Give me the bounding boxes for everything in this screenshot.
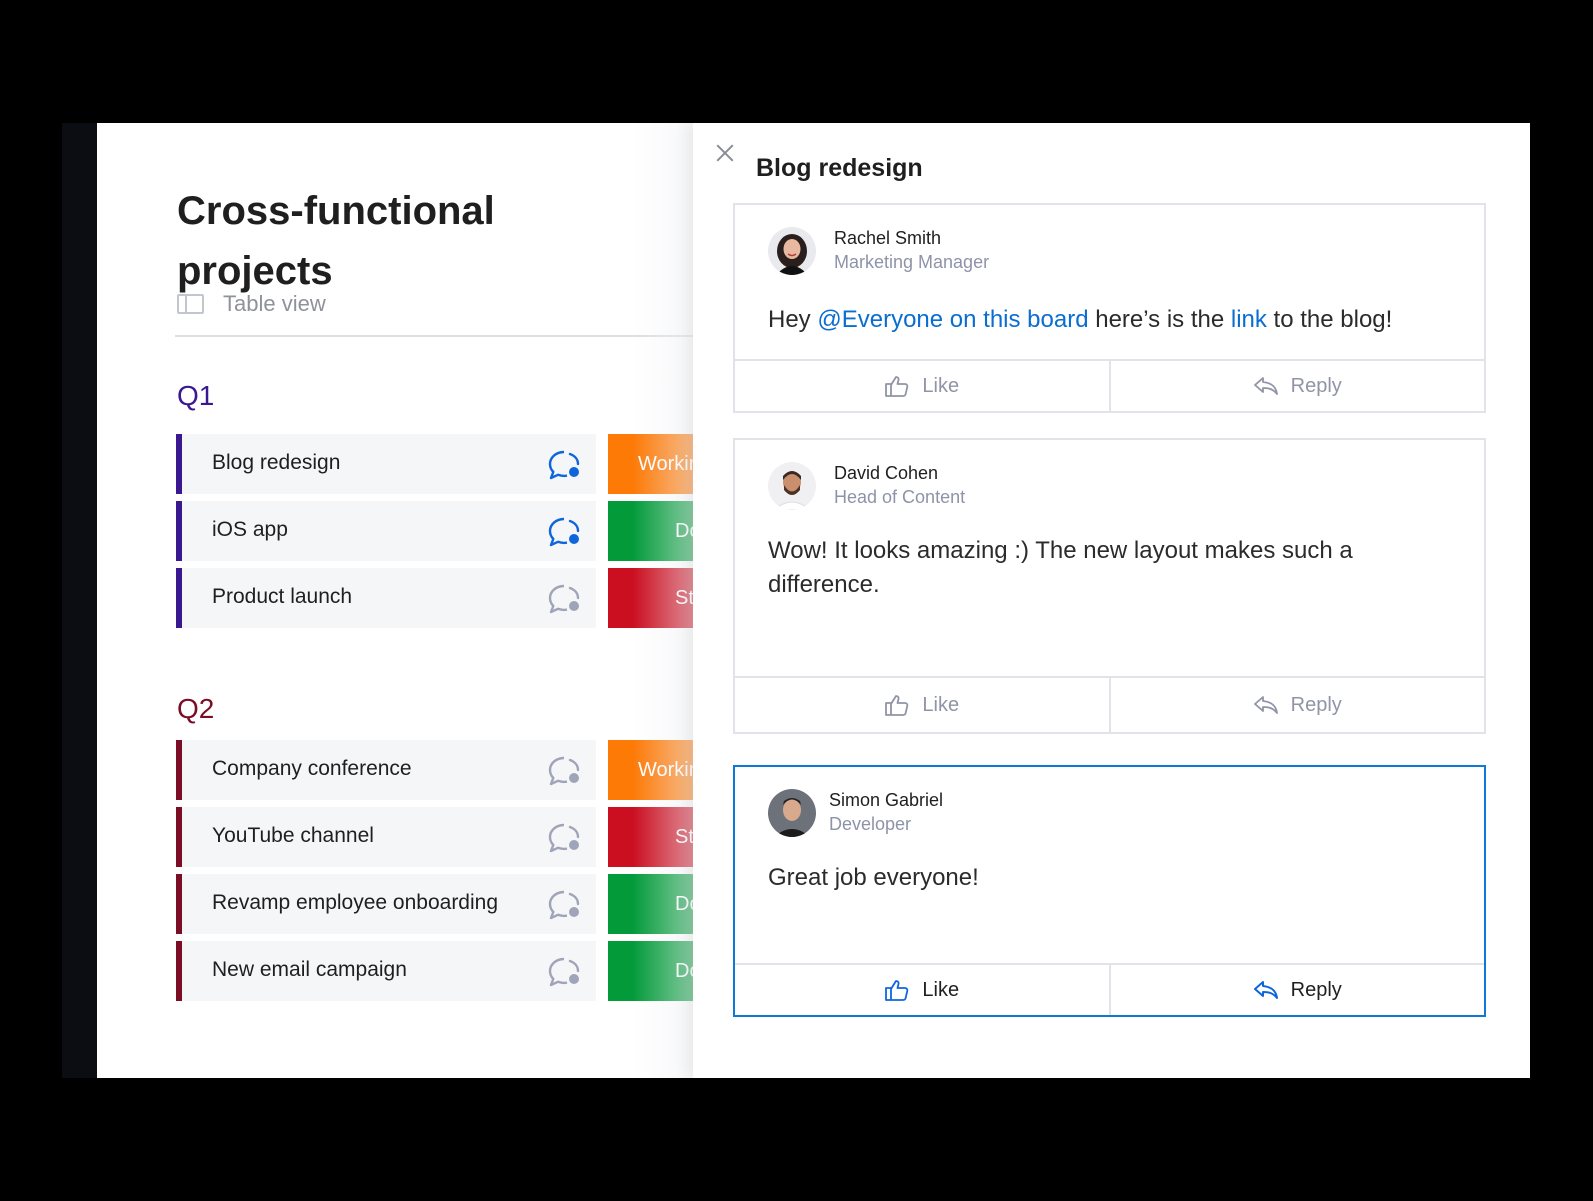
task-row[interactable]: Product launch Stuck [176,568,693,628]
reply-arrow-icon [1253,377,1278,395]
reply-button[interactable]: Reply [1108,678,1485,732]
author-name[interactable]: Rachel Smith [834,228,941,249]
close-icon[interactable] [715,143,735,163]
task-row[interactable]: iOS app Done [176,501,693,561]
reply-label: Reply [1290,978,1342,1001]
task-row[interactable]: YouTube channel Stuck [176,807,693,867]
task-row[interactable]: Blog redesign Working on it [176,434,693,494]
author-role: Marketing Manager [834,252,990,272]
reply-button[interactable]: Reply [1108,965,1485,1015]
mention-link[interactable]: @Everyone on this board [817,306,1088,333]
like-button[interactable]: Like [735,965,1109,1015]
task-cell[interactable]: New email campaign [182,941,596,1001]
task-cell[interactable]: Revamp employee onboarding [182,874,596,934]
chat-bubble-icon[interactable] [548,755,582,787]
task-row[interactable]: New email campaign Done [176,941,693,1001]
like-button[interactable]: Like [735,361,1109,411]
author-role: Head of Content [834,487,966,507]
group-title-q2[interactable]: Q2 [177,693,214,725]
update-card: Simon Gabriel Developer Great job everyo… [733,765,1486,1017]
updates-panel: Blog redesign Rachel Smith Marketing Man… [693,123,1530,1078]
like-button[interactable]: Like [735,678,1109,732]
task-cell[interactable]: iOS app [182,501,596,561]
reply-arrow-icon [1253,696,1278,714]
table-view-tab[interactable]: Table view [177,291,326,317]
avatar[interactable] [768,789,816,837]
table-view-label: Table view [223,291,326,316]
update-card: Rachel Smith Marketing Manager Hey @Ever… [733,203,1486,413]
divider [175,335,693,337]
thumbs-up-icon [885,980,909,1001]
task-name: Blog redesign [212,451,341,474]
message-text: Hey [768,306,818,333]
status-cell[interactable]: Working on it [608,434,693,494]
reply-label: Reply [1290,693,1342,716]
app-frame: Cross-functional projects Table view Q1 … [97,123,1530,1078]
author-name[interactable]: Simon Gabriel [829,790,943,811]
update-message: Hey @Everyone on this board here’s is th… [768,303,1444,337]
update-message: Great job everyone! [768,861,1444,895]
like-label: Like [922,693,960,716]
like-label: Like [922,978,960,1001]
chat-bubble-icon[interactable] [548,583,582,615]
status-cell[interactable]: Done [608,501,693,561]
left-app-edge [62,123,97,1078]
chat-bubble-icon[interactable] [548,822,582,854]
task-name: Revamp employee onboarding [212,891,499,914]
message-text: Wow! It looks amazing :) The new layout … [768,537,1353,598]
update-actions: Like Reply [735,676,1484,732]
task-row[interactable]: Company conference Working on it [176,740,693,800]
status-cell[interactable]: Stuck [608,807,693,867]
task-name: New email campaign [212,958,407,981]
chat-bubble-icon[interactable] [548,516,582,548]
status-cell[interactable]: Working on it [608,740,693,800]
thumbs-up-icon [885,695,909,716]
reply-button[interactable]: Reply [1108,361,1485,411]
thumbs-up-icon [885,376,909,397]
panel-title: Blog redesign [756,154,923,182]
message-text: to the blog! [1266,306,1393,333]
avatar[interactable] [768,462,816,510]
status-cell[interactable]: Done [608,874,693,934]
task-cell[interactable]: Company conference [182,740,596,800]
update-card: David Cohen Head of Content Wow! It look… [733,438,1486,734]
message-text: Great job everyone! [768,864,979,891]
task-name: Product launch [212,585,353,608]
author-role: Developer [829,814,912,834]
chat-bubble-icon[interactable] [548,956,582,988]
task-name: iOS app [212,518,288,541]
mention-link[interactable]: link [1231,306,1267,333]
message-text: here’s is the [1088,306,1231,333]
chat-bubble-icon[interactable] [548,449,582,481]
like-label: Like [922,374,960,397]
update-message: Wow! It looks amazing :) The new layout … [768,534,1444,602]
update-actions: Like Reply [735,963,1484,1015]
reply-label: Reply [1290,374,1342,397]
status-cell[interactable]: Stuck [608,568,693,628]
task-name: YouTube channel [212,824,374,847]
task-name: Company conference [212,757,412,780]
status-cell[interactable]: Done [608,941,693,1001]
table-view-icon [177,294,204,314]
task-cell[interactable]: Product launch [182,568,596,628]
board-title: Cross-functional projects [177,189,495,293]
update-actions: Like Reply [735,359,1484,411]
author-name[interactable]: David Cohen [834,463,938,484]
task-cell[interactable]: YouTube channel [182,807,596,867]
task-row[interactable]: Revamp employee onboarding Done [176,874,693,934]
reply-arrow-icon [1253,981,1278,999]
avatar[interactable] [768,227,816,275]
task-cell[interactable]: Blog redesign [182,434,596,494]
group-title-q1[interactable]: Q1 [177,380,214,412]
chat-bubble-icon[interactable] [548,889,582,921]
board: Cross-functional projects Table view Q1 … [97,123,693,1078]
